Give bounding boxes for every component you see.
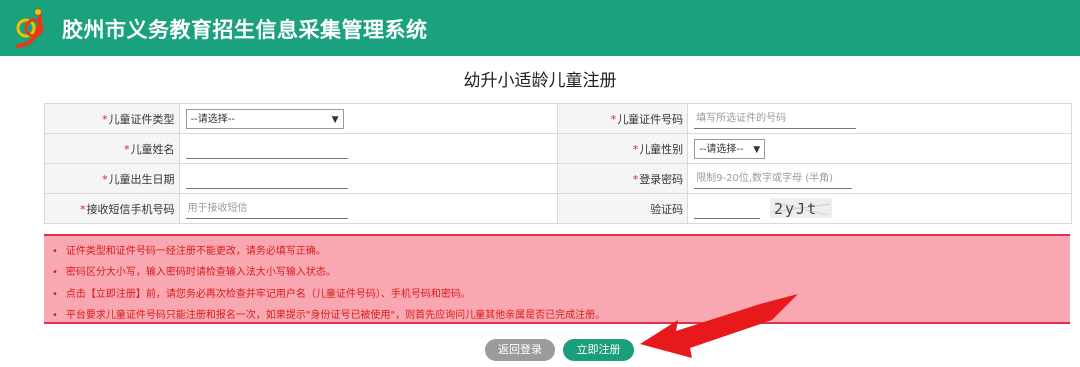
captcha-label: 验证码 [557,193,689,224]
app-title: 胶州市义务教育招生信息采集管理系统 [62,18,428,42]
app-header: 胶州市义务教育招生信息采集管理系统 [0,0,1080,56]
birth-label: *儿童出生日期 [44,163,180,194]
logo-icon [16,8,44,48]
phone-input[interactable] [185,198,348,219]
notice-text: 证件类型和证件号码一经注册不能更改，请务必填写正确。 [65,246,326,257]
id-number-cell [687,103,1072,134]
bullet-icon: • [52,267,58,278]
bullet-icon: • [52,310,58,321]
page-title: 幼升小适龄儿童注册 [463,71,617,91]
birth-cell [178,163,559,194]
gender-select[interactable]: --请选择-- ▼ [694,138,766,159]
required-mark: * [102,112,108,126]
notice-box: • 证件类型和证件号码一经注册不能更改，请务必填写正确。 • 密码区分大小写，输入密… [44,234,1070,324]
required-mark: * [124,142,130,156]
notice-text: 点击【立即注册】前，请您务必再次检查并牢记用户名（儿童证件号码）、手机号码和密码… [65,289,471,300]
gender-label: *儿童性别 [557,133,689,164]
id-type-label: *儿童证件类型 [44,103,180,134]
id-number-label-text: 儿童证件号码 [617,112,684,126]
phone-label-text: 接收短信手机号码 [86,202,175,216]
captcha-image[interactable]: 2yJt [769,197,832,218]
phone-cell [178,193,559,224]
gender-select-value: --请选择-- [699,143,744,155]
id-type-cell: --请选择-- ▼ [178,103,559,134]
captcha-input[interactable] [694,198,761,220]
chevron-down-icon: ▼ [331,114,339,125]
child-name-input[interactable] [185,138,348,159]
id-type-select[interactable]: --请选择-- ▼ [185,108,344,129]
name-cell [178,133,559,164]
notice-item: • 密码区分大小写，输入密码时请检查输入法大小写输入状态。 [52,263,336,278]
captcha-label-text: 验证码 [650,202,684,216]
form-row: *儿童证件类型 --请选择-- ▼ *儿童证件号码 [44,103,1072,134]
notice-item: • 平台要求儿童证件号码只能注册和报名一次，如果提示"身份证号已被使用"，则首先应… [52,306,605,321]
gender-label-text: 儿童性别 [639,142,684,156]
required-mark: * [102,172,108,186]
id-number-input[interactable] [694,108,857,129]
chevron-down-icon: ▼ [753,144,761,155]
notice-item: • 点击【立即注册】前，请您务必再次检查并牢记用户名（儿童证件号码）、手机号码和密… [52,285,471,300]
gender-cell: --请选择-- ▼ [687,133,1072,164]
required-mark: * [632,142,639,156]
id-number-label: *儿童证件号码 [557,103,689,134]
password-input[interactable] [694,168,853,189]
birth-date-input[interactable] [185,168,348,189]
required-mark: * [610,112,617,126]
required-mark: * [632,172,639,186]
password-label-text: 登录密码 [639,172,684,186]
id-type-select-value: --请选择-- [190,113,235,125]
registration-form: *儿童证件类型 --请选择-- ▼ *儿童证件号码 *儿童姓名 *儿童性别 --… [44,103,1072,224]
required-mark: * [80,202,86,216]
captcha-text: 2yJt [774,200,818,218]
password-label: *登录密码 [557,163,689,194]
name-label-text: 儿童姓名 [130,142,175,156]
form-row: *儿童出生日期 *登录密码 [44,163,1072,194]
form-row: *儿童姓名 *儿童性别 --请选择-- ▼ [44,133,1072,164]
captcha-cell: 2yJt [687,193,1072,224]
password-cell [687,163,1072,194]
notice-text: 平台要求儿童证件号码只能注册和报名一次，如果提示"身份证号已被使用"，则首先应询… [65,310,606,321]
register-button[interactable]: 立即注册 [563,339,634,361]
id-type-label-text: 儿童证件类型 [108,112,175,126]
notice-text: 密码区分大小写，输入密码时请检查输入法大小写输入状态。 [65,267,336,278]
form-row: *接收短信手机号码 验证码 2yJt [44,193,1072,224]
name-label: *儿童姓名 [44,133,180,164]
bullet-icon: • [52,246,58,257]
birth-label-text: 儿童出生日期 [108,172,175,186]
notice-item: • 证件类型和证件号码一经注册不能更改，请务必填写正确。 [52,242,326,257]
back-to-login-button[interactable]: 返回登录 [485,339,555,361]
bullet-icon: • [52,289,58,300]
phone-label: *接收短信手机号码 [44,193,180,224]
